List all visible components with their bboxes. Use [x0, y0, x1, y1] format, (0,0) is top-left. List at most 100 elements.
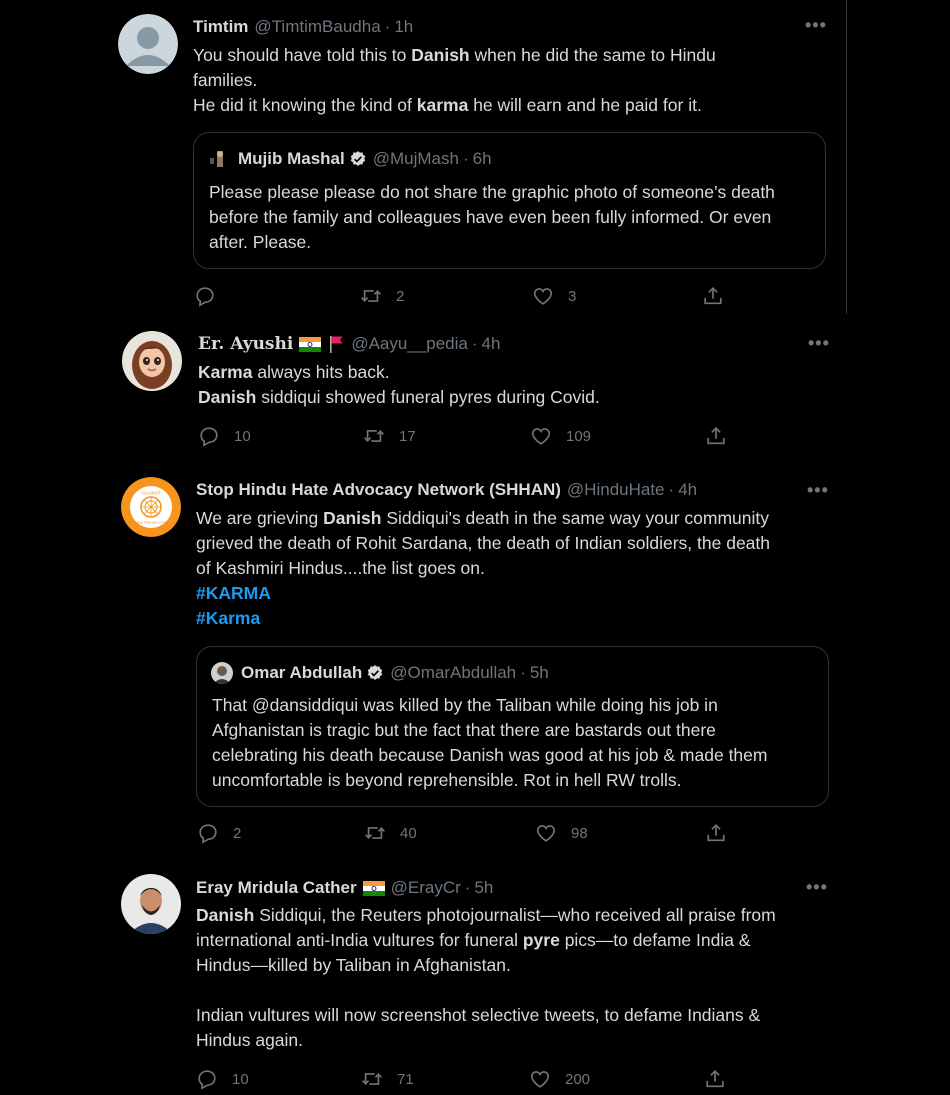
separator-dot: · — [384, 17, 391, 36]
quoted-tweet-text: That @dansiddiqui was killed by the Tali… — [212, 693, 767, 793]
text-segment: Indian vultures will now screenshot sele… — [196, 1005, 761, 1025]
quoted-timestamp[interactable]: 5h — [530, 663, 549, 683]
heart-icon — [533, 288, 553, 305]
quoted-text-line: Please please please do not share the gr… — [209, 182, 775, 202]
separator-dot: · — [668, 480, 675, 499]
quoted-tweet[interactable]: Mujib Mashal @MujMash · 6h Please please… — [193, 132, 826, 269]
author-name[interactable]: Eray Mridula Cather — [196, 878, 357, 898]
author-avatar[interactable]: AGAINST HINDU PERSECUTION — [121, 477, 181, 537]
reply-icon — [199, 824, 217, 844]
text-segment: Hindus—killed by Taliban in Afghanistan. — [196, 955, 511, 975]
text-segment: He did it knowing the kind of — [193, 95, 417, 115]
tweet-header: Stop Hindu Hate Advocacy Network (SHHAN)… — [196, 480, 697, 500]
share-icon — [704, 287, 722, 305]
like-count: 98 — [571, 824, 588, 842]
quoted-author-avatar[interactable] — [211, 662, 233, 684]
reply-button[interactable]: 10 — [198, 425, 251, 447]
quoted-tweet-header: Mujib Mashal @MujMash · 6h — [208, 148, 492, 170]
tweet-4[interactable]: Eray Mridula Cather @ErayCr · 5h ••• Dan… — [0, 865, 950, 1095]
tweet-2[interactable]: Er. Ayushi @Aayu__pedia · 4h ••• Karma a… — [0, 314, 950, 470]
like-count: 200 — [565, 1070, 591, 1088]
verified-badge-icon — [349, 150, 367, 168]
author-handle[interactable]: @HinduHate — [567, 480, 665, 500]
author-avatar[interactable] — [122, 331, 182, 391]
separator-dot: · — [520, 663, 526, 682]
retweet-button[interactable]: 71 — [361, 1068, 414, 1090]
more-options-icon[interactable]: ••• — [806, 877, 828, 898]
tweet-header: Timtim @TimtimBaudha · 1h — [193, 17, 413, 37]
author-avatar[interactable] — [121, 874, 181, 934]
quoted-tweet-header: Omar Abdullah @OmarAbdullah · 5h — [211, 662, 549, 684]
share-button[interactable] — [705, 425, 727, 447]
share-button[interactable] — [705, 822, 727, 844]
text-line: Hindus—killed by Taliban in Afghanistan. — [196, 953, 776, 978]
more-options-icon[interactable]: ••• — [805, 15, 827, 36]
text-segment: siddiqui showed funeral pyres during Cov… — [256, 387, 600, 407]
share-button[interactable] — [702, 285, 724, 307]
more-options-icon[interactable]: ••• — [807, 480, 829, 501]
like-button[interactable]: 200 — [529, 1068, 590, 1090]
text-segment: always hits back. — [252, 362, 390, 382]
quoted-tweet[interactable]: Omar Abdullah @OmarAbdullah · 5h That @d… — [196, 646, 829, 807]
text-line: international anti-India vultures for fu… — [196, 928, 776, 953]
text-line: Karma always hits back. — [198, 360, 600, 385]
avatar-badge-top: AGAINST — [141, 491, 161, 496]
author-name[interactable]: Stop Hindu Hate Advocacy Network (SHHAN) — [196, 480, 561, 500]
author-name[interactable]: Timtim — [193, 17, 248, 37]
author-handle[interactable]: @ErayCr — [391, 878, 461, 898]
quoted-author-avatar[interactable] — [208, 148, 230, 170]
heart-icon — [530, 1071, 550, 1088]
bold-keyword: Danish — [198, 387, 257, 407]
author-name[interactable]: Er. Ayushi — [198, 334, 293, 354]
like-count: 109 — [566, 427, 592, 445]
retweet-button[interactable]: 2 — [360, 285, 404, 307]
reply-icon — [196, 287, 214, 307]
quoted-author-handle[interactable]: @MujMash — [373, 149, 459, 169]
reply-button[interactable]: 2 — [197, 822, 241, 844]
tweet-text: We are grieving Danish Siddiqui's death … — [196, 506, 770, 631]
text-segment: Siddiqui's death in the same way your co… — [381, 508, 770, 528]
timestamp[interactable]: 4h — [678, 480, 697, 500]
share-icon — [707, 824, 725, 842]
quoted-timestamp[interactable]: 6h — [473, 149, 492, 169]
text-line: Danish siddiqui showed funeral pyres dur… — [198, 385, 600, 410]
like-button[interactable]: 98 — [535, 822, 588, 844]
text-segment: grieved the death of Rohit Sardana, the … — [196, 533, 771, 553]
more-options-icon[interactable]: ••• — [808, 333, 830, 354]
text-line: Danish Siddiqui, the Reuters photojourna… — [196, 903, 776, 928]
reply-count: 2 — [233, 824, 242, 842]
quoted-author-handle[interactable]: @OmarAbdullah — [390, 663, 516, 683]
retweet-button[interactable]: 17 — [363, 425, 416, 447]
quoted-author-name[interactable]: Mujib Mashal — [238, 149, 345, 169]
share-button[interactable] — [704, 1068, 726, 1090]
text-segment: You should have told this to — [193, 45, 412, 65]
like-button[interactable]: 109 — [530, 425, 591, 447]
timestamp[interactable]: 1h — [394, 17, 413, 37]
like-count: 3 — [568, 287, 577, 305]
like-button[interactable]: 3 — [532, 285, 576, 307]
bold-keyword: Danish — [196, 905, 255, 925]
author-handle[interactable]: @TimtimBaudha — [254, 17, 380, 37]
retweet-button[interactable]: 40 — [364, 822, 417, 844]
hashtag-link[interactable]: #Karma — [196, 606, 770, 631]
reply-button[interactable]: 10 — [196, 1068, 249, 1090]
text-segment: We are grieving — [196, 508, 324, 528]
timestamp[interactable]: 5h — [474, 878, 493, 898]
text-line: You should have told this to Danish when… — [193, 43, 716, 68]
tweet-actions: 10 17 109 — [198, 425, 758, 449]
timestamp[interactable]: 4h — [482, 334, 501, 354]
reply-button[interactable] — [194, 285, 230, 307]
tweet-1[interactable]: Timtim @TimtimBaudha · 1h ••• You should… — [0, 0, 950, 314]
tweet-actions: 2 3 — [194, 285, 754, 309]
tweet-text: Karma always hits back. Danish siddiqui s… — [198, 360, 600, 410]
tweet-text: Danish Siddiqui, the Reuters photojourna… — [196, 903, 776, 1053]
retweet-icon — [361, 290, 381, 302]
avatar-badge-bottom: HINDU PERSECUTION — [132, 521, 171, 525]
default-avatar[interactable] — [118, 14, 178, 74]
quoted-author-name[interactable]: Omar Abdullah — [241, 663, 362, 683]
tweet-3[interactable]: AGAINST HINDU PERSECUTION Stop Hindu Hat… — [0, 470, 950, 865]
separator-dot: · — [471, 334, 478, 353]
author-handle[interactable]: @Aayu__pedia — [351, 334, 468, 354]
hashtag-link[interactable]: #KARMA — [196, 581, 770, 606]
tweet-text-lines: We are grieving Danish Siddiqui's death … — [196, 506, 770, 581]
